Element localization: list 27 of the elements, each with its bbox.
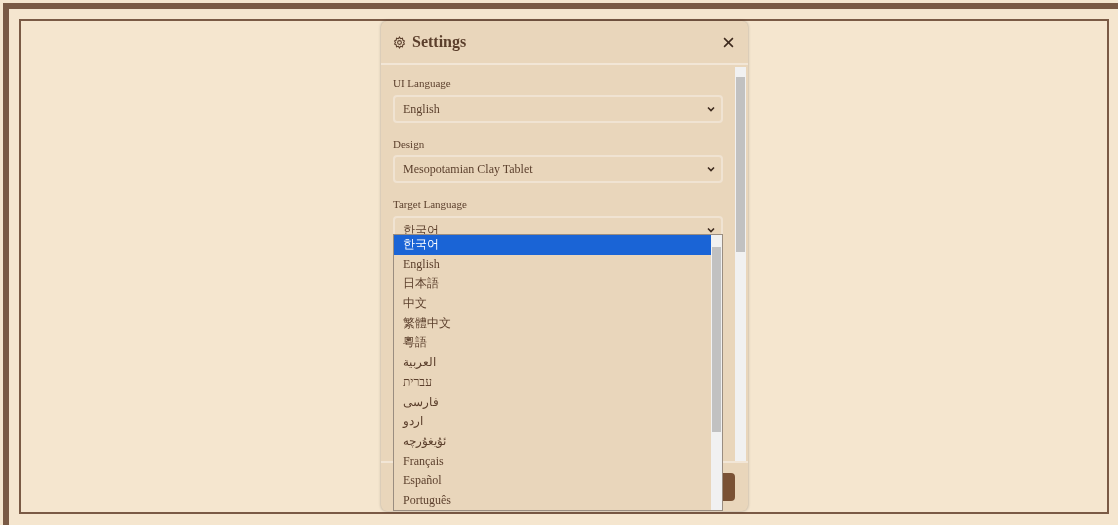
dropdown-option[interactable]: עברית bbox=[394, 372, 711, 393]
chevron-down-icon bbox=[707, 166, 715, 172]
dropdown-option[interactable]: العربية bbox=[394, 353, 711, 373]
dropdown-option[interactable]: 日本語 bbox=[394, 274, 711, 295]
dropdown-option[interactable]: 繁體中文 bbox=[394, 313, 711, 334]
dropdown-option[interactable]: فارسی bbox=[394, 392, 711, 413]
dialog-title: Settings bbox=[412, 32, 468, 53]
dropdown-option[interactable]: 中文 bbox=[394, 294, 711, 314]
chevron-down-icon bbox=[707, 105, 715, 112]
field-label: UI Language bbox=[393, 76, 452, 91]
field-label: Target Language bbox=[393, 197, 468, 212]
dropdown-option[interactable]: English bbox=[394, 254, 711, 275]
dropdown-option[interactable]: 한국어 bbox=[394, 235, 711, 255]
dropdown-option[interactable]: Español bbox=[394, 471, 711, 491]
chevron-down-icon bbox=[707, 226, 715, 233]
close-icon bbox=[723, 36, 734, 48]
dropdown-option[interactable]: 粵語 bbox=[394, 333, 711, 354]
dropdown-option[interactable]: Português bbox=[394, 490, 711, 510]
select-field[interactable]: English bbox=[393, 94, 723, 123]
gear-icon bbox=[393, 35, 406, 49]
scrollbar[interactable] bbox=[711, 235, 722, 510]
select-field[interactable]: Mesopotamian Clay Tablet bbox=[393, 155, 723, 183]
dropdown-option[interactable]: اردو bbox=[394, 412, 711, 432]
dropdown-option[interactable]: Français bbox=[394, 451, 711, 472]
dropdown-option[interactable]: ئۇيغۇرچە bbox=[394, 431, 711, 452]
scrollbar[interactable] bbox=[735, 67, 746, 461]
field-label: Design bbox=[393, 136, 426, 152]
